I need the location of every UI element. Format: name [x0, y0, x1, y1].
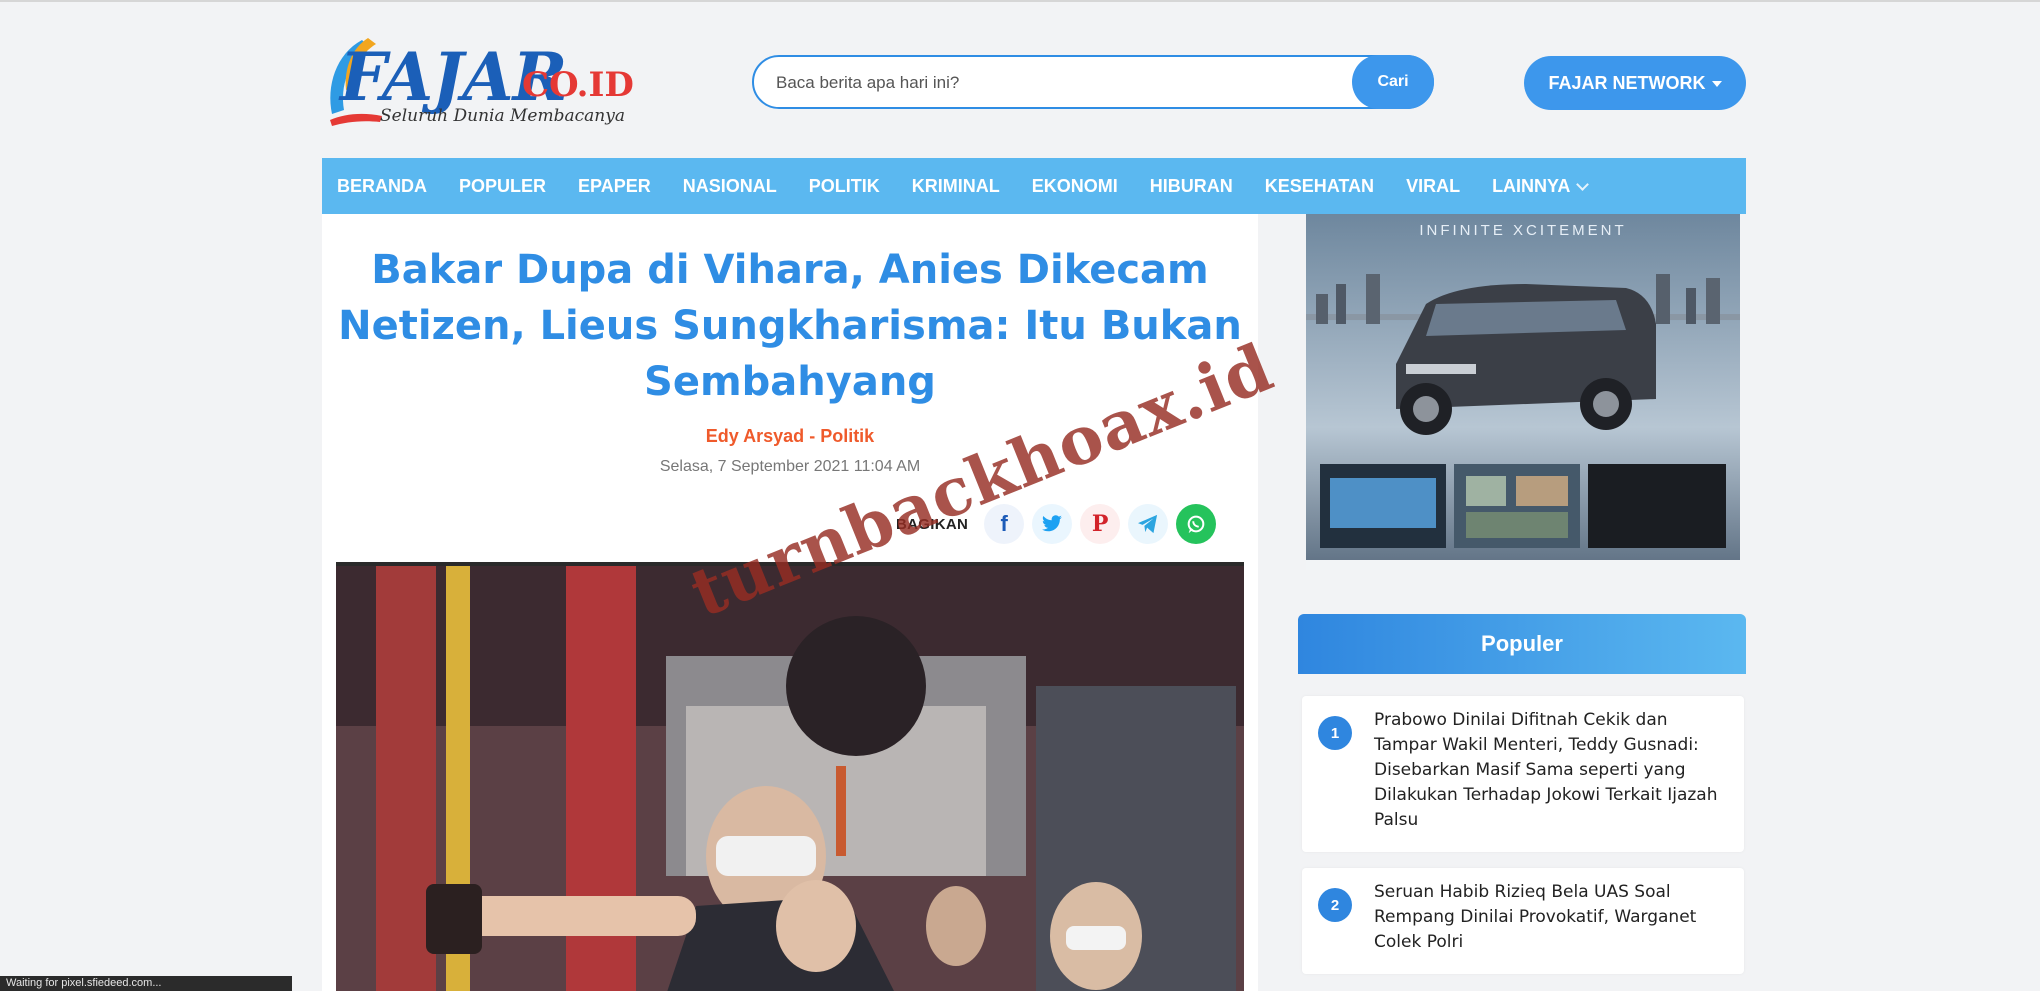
- nav-item-epaper[interactable]: EPAPER: [578, 176, 651, 197]
- popular-item-title: Seruan Habib Rizieq Bela UAS Soal Rempan…: [1374, 882, 1697, 952]
- sidebar-ad[interactable]: INFINITE XCITEMENT: [1306, 214, 1740, 570]
- nav-item-nasional[interactable]: NASIONAL: [683, 176, 777, 197]
- twitter-icon[interactable]: [1032, 504, 1073, 544]
- facebook-icon[interactable]: f: [984, 504, 1025, 544]
- logo-tld: CO.ID: [522, 65, 634, 105]
- share-bar: BAGIKAN f P: [896, 502, 1224, 546]
- chevron-down-icon: [1576, 177, 1590, 191]
- article-date: Selasa, 7 September 2021 11:04 AM: [659, 458, 921, 475]
- site-logo[interactable]: FAJAR CO.ID Seluruh Dunia Membacanya: [322, 30, 662, 130]
- caret-down-icon: [1711, 81, 1722, 87]
- popular-item-title: Prabowo Dinilai Difitnah Cekik dan Tampa…: [1374, 710, 1718, 830]
- fajar-network-button[interactable]: FAJAR NETWORK: [1524, 56, 1746, 110]
- share-label: BAGIKAN: [896, 515, 969, 533]
- rank-badge: 1: [1318, 716, 1352, 750]
- popular-heading: Populer: [1298, 614, 1746, 674]
- author-link[interactable]: Edy Arsyad: [706, 426, 804, 446]
- browser-status-bar: Waiting for pixel.sfiedeed.com...: [0, 976, 292, 991]
- rank-badge: 2: [1318, 888, 1352, 922]
- article-card: Bakar Dupa di Vihara, Anies Dikecam Neti…: [322, 214, 1258, 991]
- nav-item-politik[interactable]: POLITIK: [809, 176, 880, 197]
- telegram-icon[interactable]: [1128, 504, 1169, 544]
- popular-item-2[interactable]: 2 Seruan Habib Rizieq Bela UAS Soal Remp…: [1302, 868, 1744, 974]
- logo-tagline: Seluruh Dunia Membacanya: [380, 106, 625, 126]
- search-bar: Cari: [752, 55, 1434, 109]
- category-link[interactable]: Politik: [820, 426, 874, 446]
- main-nav: BERANDA POPULER EPAPER NASIONAL POLITIK …: [322, 158, 1746, 214]
- article-title: Bakar Dupa di Vihara, Anies Dikecam Neti…: [338, 247, 1242, 405]
- nav-item-kriminal[interactable]: KRIMINAL: [912, 176, 1000, 197]
- nav-item-ekonomi[interactable]: EKONOMI: [1032, 176, 1118, 197]
- page: FAJAR CO.ID Seluruh Dunia Membacanya Car…: [0, 0, 2040, 991]
- ad-tagline: INFINITE XCITEMENT: [1419, 222, 1627, 239]
- fajar-network-label: FAJAR NETWORK: [1548, 72, 1706, 93]
- car-ad-illustration: [1306, 214, 1740, 570]
- popular-item-1[interactable]: 1 Prabowo Dinilai Difitnah Cekik dan Tam…: [1302, 696, 1744, 852]
- article-photo-illustration: [336, 566, 1244, 991]
- nav-item-populer[interactable]: POPULER: [459, 176, 546, 197]
- nav-item-beranda[interactable]: BERANDA: [337, 176, 427, 197]
- article-byline: Edy Arsyad - Politik: [322, 426, 1258, 447]
- byline-separator: -: [804, 426, 821, 446]
- nav-item-hiburan[interactable]: HIBURAN: [1150, 176, 1233, 197]
- nav-item-lainnya-label: LAINNYA: [1492, 175, 1571, 196]
- search-button[interactable]: Cari: [1352, 55, 1434, 109]
- whatsapp-icon[interactable]: [1176, 504, 1217, 544]
- search-input[interactable]: [774, 67, 1318, 99]
- nav-item-lainnya[interactable]: LAINNYA: [1492, 175, 1590, 197]
- nav-item-viral[interactable]: VIRAL: [1406, 176, 1460, 197]
- pinterest-icon[interactable]: P: [1080, 504, 1121, 544]
- nav-item-kesehatan[interactable]: KESEHATAN: [1265, 176, 1374, 197]
- top-divider: [0, 0, 2040, 2]
- article-image: [336, 562, 1244, 991]
